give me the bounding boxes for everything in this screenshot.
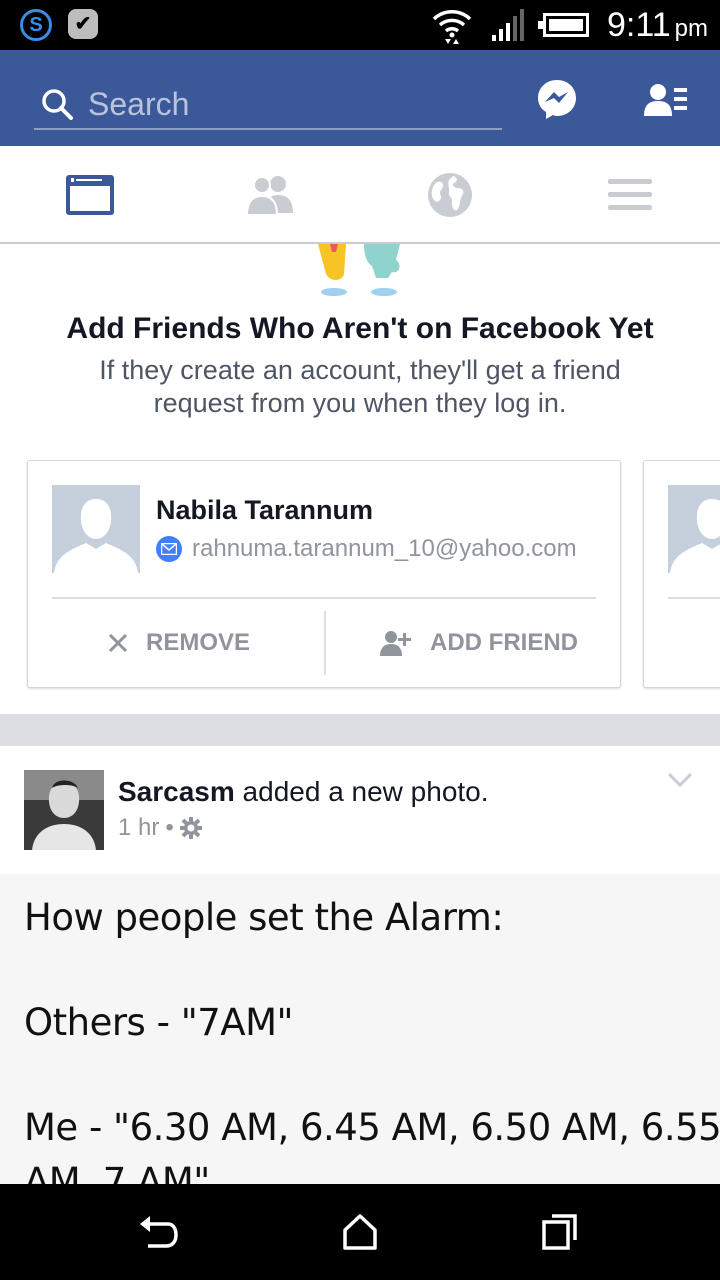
post-header: Sarcasm added a new photo. 1 hr •: [0, 746, 720, 874]
profile-photo-icon: [24, 770, 104, 850]
skype-icon: S: [20, 9, 52, 41]
mail-icon: [156, 536, 182, 562]
page-avatar[interactable]: [24, 770, 104, 850]
default-person-icon: [668, 485, 720, 573]
status-bar: S ✔ 9:11 pm: [0, 0, 720, 50]
add-friend-button[interactable]: ADD FRIEND: [380, 611, 578, 675]
hamburger-menu-icon: [608, 179, 652, 210]
remove-button[interactable]: REMOVE: [108, 611, 250, 675]
post-action: added a new photo.: [242, 776, 489, 807]
tab-notifications[interactable]: [420, 170, 480, 220]
post-text-line: Others - "7AM": [24, 1001, 294, 1044]
gear-icon: [179, 817, 202, 839]
tab-news-feed[interactable]: [60, 170, 120, 220]
post-meta: 1 hr •: [118, 814, 202, 842]
default-person-icon: [52, 485, 140, 573]
card-divider: [52, 597, 596, 599]
search-placeholder: Search: [88, 85, 190, 122]
system-navigation-bar: [0, 1184, 720, 1280]
post-photo[interactable]: How people set the Alarm: Others - "7AM"…: [0, 874, 720, 1184]
tab-menu[interactable]: [600, 170, 660, 220]
clock: 9:11 pm: [607, 5, 708, 44]
add-friend-icon: [380, 631, 411, 656]
tab-bar: [0, 146, 720, 244]
recents-icon[interactable]: [540, 1212, 580, 1252]
next-contact-avatar: [668, 485, 720, 573]
signal-icon: [492, 9, 524, 41]
wifi-icon: [432, 10, 472, 44]
friends-illustration-icon: [318, 244, 400, 296]
invite-title: Add Friends Who Aren't on Facebook Yet: [66, 312, 654, 345]
post-author[interactable]: Sarcasm: [118, 776, 235, 807]
contact-card: Nabila Tarannum rahnuma.tarannum_10@yaho…: [27, 460, 621, 688]
invite-subtitle: If they create an account, they'll get a…: [99, 355, 621, 418]
post-text-line: AM, 7 AM": [24, 1160, 210, 1184]
close-icon: [108, 633, 128, 653]
post-time[interactable]: 1 hr: [118, 814, 159, 842]
chevron-down-icon[interactable]: [666, 770, 694, 790]
back-icon[interactable]: [138, 1212, 178, 1252]
next-contact-card[interactable]: [643, 460, 720, 688]
search-input[interactable]: Search: [34, 80, 502, 130]
news-feed-icon: [66, 175, 114, 215]
top-bar: Search: [0, 50, 720, 146]
contact-email: rahnuma.tarannum_10@yahoo.com: [192, 535, 577, 562]
checkmark-app-icon: ✔: [68, 9, 98, 39]
post-author-line: Sarcasm added a new photo.: [118, 776, 489, 808]
home-icon[interactable]: [340, 1212, 380, 1252]
messenger-icon[interactable]: [536, 78, 578, 120]
post-text-line: How people set the Alarm:: [24, 896, 504, 939]
friend-requests-icon[interactable]: [644, 82, 688, 118]
contact-email-row: rahnuma.tarannum_10@yahoo.com: [156, 535, 577, 563]
search-icon: [42, 89, 73, 120]
news-feed: Add Friends Who Aren't on Facebook Yet I…: [0, 244, 720, 1184]
meta-separator: •: [165, 814, 174, 841]
contact-name: Nabila Tarannum: [156, 495, 374, 525]
button-divider: [324, 611, 326, 675]
card-divider: [668, 597, 720, 599]
globe-icon: [428, 173, 472, 217]
contact-avatar: [52, 485, 140, 573]
tab-friends[interactable]: [240, 170, 300, 220]
section-separator: [0, 714, 720, 746]
battery-icon: [538, 13, 589, 37]
post-text-line: Me - "6.30 AM, 6.45 AM, 6.50 AM, 6.55: [24, 1106, 720, 1149]
friends-icon: [245, 176, 293, 215]
